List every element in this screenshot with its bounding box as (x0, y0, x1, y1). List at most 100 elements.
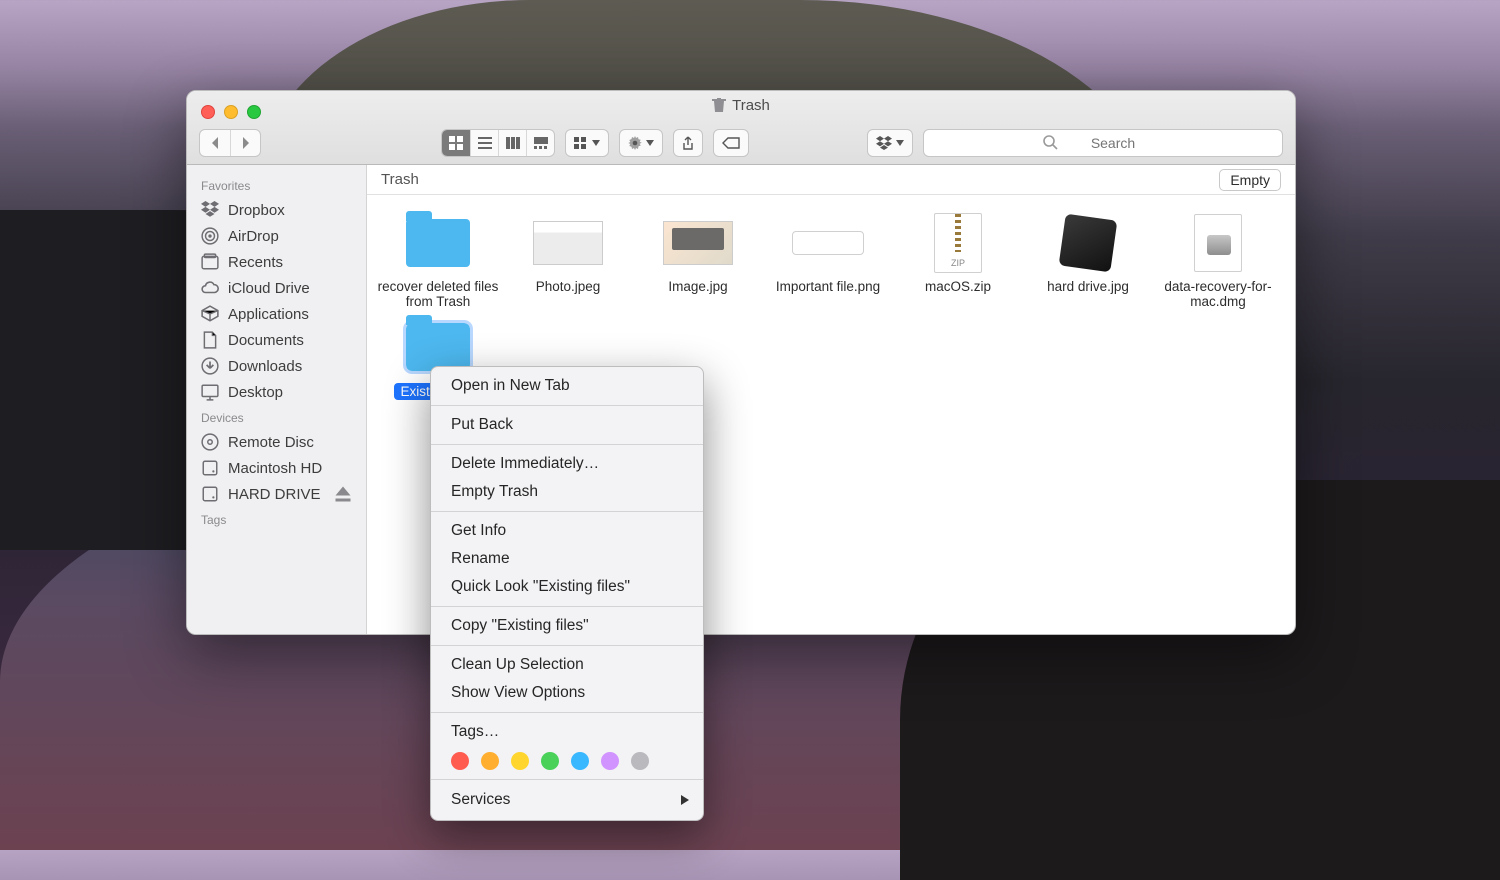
menu-separator (431, 511, 703, 512)
sidebar-item-label: Remote Disc (228, 434, 314, 451)
menu-separator (431, 405, 703, 406)
file-item[interactable]: Image.jpg (633, 213, 763, 294)
menu-item[interactable]: Get Info (431, 517, 703, 545)
chevron-down-icon (646, 140, 654, 146)
sidebar-item-label: HARD DRIVE (228, 486, 321, 503)
search-icon (1043, 135, 1058, 150)
hdd-icon (201, 485, 219, 503)
dropbox-toolbar-button[interactable] (867, 129, 913, 157)
file-item[interactable]: Photo.jpeg (503, 213, 633, 294)
sidebar-item-applications[interactable]: Applications (187, 301, 366, 327)
empty-trash-button[interactable]: Empty (1219, 169, 1281, 191)
dropbox-icon (201, 201, 219, 219)
menu-item[interactable]: Tags… (431, 718, 703, 746)
menu-item[interactable]: Copy "Existing files" (431, 612, 703, 640)
tag-color[interactable] (631, 752, 649, 770)
sidebar-item-downloads[interactable]: Downloads (187, 353, 366, 379)
file-item[interactable]: macOS.zip (893, 213, 1023, 294)
menu-item[interactable]: Rename (431, 545, 703, 573)
menu-item[interactable]: Put Back (431, 411, 703, 439)
tag-color[interactable] (481, 752, 499, 770)
action-button[interactable] (619, 129, 663, 157)
sidebar-item-hard-drive[interactable]: HARD DRIVE (187, 481, 366, 507)
sidebar-item-desktop[interactable]: Desktop (187, 379, 366, 405)
nav-buttons (199, 129, 261, 157)
file-item[interactable]: Important file.png (763, 213, 893, 294)
trash-icon (712, 98, 726, 113)
sidebar-item-macintosh-hd[interactable]: Macintosh HD (187, 455, 366, 481)
eject-icon[interactable] (334, 485, 352, 503)
sidebar-item-remote-disc[interactable]: Remote Disc (187, 429, 366, 455)
sidebar-item-icloud-drive[interactable]: iCloud Drive (187, 275, 366, 301)
view-columns-button[interactable] (498, 130, 526, 156)
sidebar-item-recents[interactable]: Recents (187, 249, 366, 275)
menu-separator (431, 779, 703, 780)
sidebar-item-label: Downloads (228, 358, 302, 375)
view-mode-segment (441, 129, 555, 157)
menu-item[interactable]: Open in New Tab (431, 372, 703, 400)
tags-button[interactable] (713, 129, 749, 157)
airdrop-icon (201, 227, 219, 245)
menu-item[interactable]: Delete Immediately… (431, 450, 703, 478)
sidebar-item-documents[interactable]: Documents (187, 327, 366, 353)
apps-icon (201, 305, 219, 323)
file-thumbnail (1182, 213, 1254, 273)
sidebar-header: Devices (187, 405, 366, 429)
sidebar-item-label: AirDrop (228, 228, 279, 245)
sidebar-item-label: Recents (228, 254, 283, 271)
file-thumbnail (792, 213, 864, 273)
window-title: Trash (187, 97, 1295, 114)
tag-color[interactable] (541, 752, 559, 770)
forward-button[interactable] (230, 130, 260, 156)
finder-window: Trash Favor (186, 90, 1296, 635)
file-label: Image.jpg (668, 279, 727, 294)
menu-item[interactable]: Show View Options (431, 679, 703, 707)
file-thumbnail (1052, 213, 1124, 273)
menu-item[interactable]: Clean Up Selection (431, 651, 703, 679)
file-label: recover deleted files from Trash (373, 279, 503, 309)
menu-separator (431, 444, 703, 445)
sidebar-item-label: Applications (228, 306, 309, 323)
share-button[interactable] (673, 129, 703, 157)
disc-icon (201, 433, 219, 451)
search-input[interactable] (923, 129, 1283, 157)
file-thumbnail (662, 213, 734, 273)
tag-color[interactable] (511, 752, 529, 770)
file-thumbnail (922, 213, 994, 273)
tag-icon (722, 137, 740, 149)
menu-item[interactable]: Quick Look "Existing files" (431, 573, 703, 601)
file-thumbnail (402, 213, 474, 273)
tag-color[interactable] (601, 752, 619, 770)
file-label: data-recovery-for-mac.dmg (1153, 279, 1283, 309)
toolbar (199, 127, 1283, 159)
menu-item-services[interactable]: Services (431, 785, 703, 815)
file-label: hard drive.jpg (1047, 279, 1129, 294)
file-item[interactable]: data-recovery-for-mac.dmg (1153, 213, 1283, 309)
menu-separator (431, 712, 703, 713)
group-by-button[interactable] (565, 129, 609, 157)
back-button[interactable] (200, 130, 230, 156)
file-label: Important file.png (776, 279, 880, 294)
view-list-button[interactable] (470, 130, 498, 156)
search-field[interactable] (923, 129, 1283, 157)
sidebar: FavoritesDropboxAirDropRecentsiCloud Dri… (187, 165, 367, 634)
cloud-icon (201, 279, 219, 297)
file-item[interactable]: recover deleted files from Trash (373, 213, 503, 309)
sidebar-item-dropbox[interactable]: Dropbox (187, 197, 366, 223)
recents-icon (201, 253, 219, 271)
sidebar-item-airdrop[interactable]: AirDrop (187, 223, 366, 249)
file-item[interactable]: hard drive.jpg (1023, 213, 1153, 294)
menu-separator (431, 606, 703, 607)
downloads-icon (201, 357, 219, 375)
location-path: Trash (381, 171, 419, 188)
view-icons-button[interactable] (442, 130, 470, 156)
tag-color[interactable] (571, 752, 589, 770)
window-title-text: Trash (732, 97, 770, 114)
sidebar-header: Tags (187, 507, 366, 531)
tag-color[interactable] (451, 752, 469, 770)
sidebar-item-label: iCloud Drive (228, 280, 310, 297)
doc-icon (201, 331, 219, 349)
menu-item[interactable]: Empty Trash (431, 478, 703, 506)
context-menu: Open in New Tab Put Back Delete Immediatel… (430, 366, 704, 821)
view-gallery-button[interactable] (526, 130, 554, 156)
